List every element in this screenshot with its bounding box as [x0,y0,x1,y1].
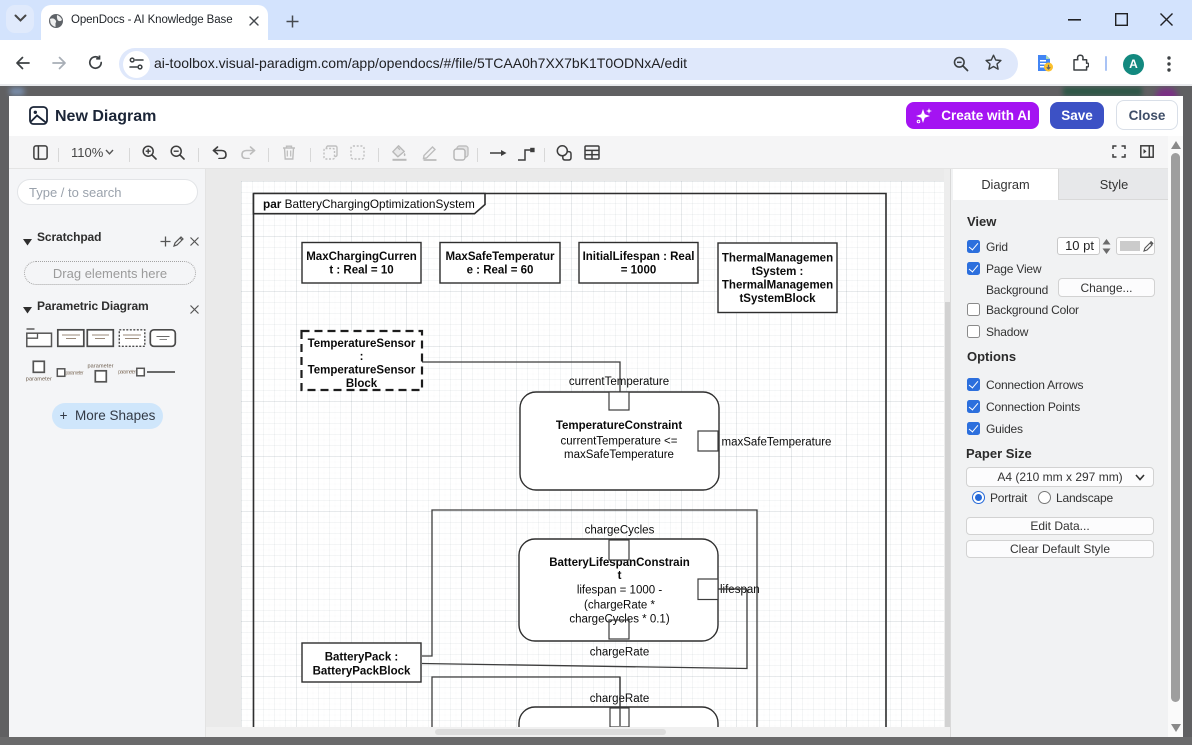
svg-text:chargeCycles: chargeCycles [585,525,655,537]
svg-text:maxSafeTemperature: maxSafeTemperature [564,449,674,461]
svg-text:lifespan = 1000 -: lifespan = 1000 - [577,585,663,597]
svg-text:maxSafeTemperature: maxSafeTemperature [722,437,832,449]
svg-text:InitialLifespan : Real: InitialLifespan : Real [583,251,695,263]
svg-text:BatteryPackBlock: BatteryPackBlock [313,666,411,678]
svg-text:MaxChargingCurren: MaxChargingCurren [306,251,417,263]
svg-text:MaxSafeTemperatur: MaxSafeTemperatur [445,251,555,263]
svg-text:TemperatureConstraint: TemperatureConstraint [556,420,682,432]
svg-text:chargeRate: chargeRate [590,647,649,659]
svg-text:Block: Block [346,378,378,390]
svg-text:ThermalManagemen: ThermalManagemen [722,253,833,265]
svg-text:ThermalManagemen: ThermalManagemen [722,280,833,292]
svg-text:(chargeRate *: (chargeRate * [584,600,655,612]
svg-text:t: t [618,570,622,582]
svg-text:tSystem :: tSystem : [752,266,804,278]
svg-text:parameter: parameter [66,371,84,377]
svg-text:BatteryLifespanConstrain: BatteryLifespanConstrain [549,557,690,569]
svg-text:currentTemperature: currentTemperature [569,376,669,388]
svg-text:lifespan: lifespan [720,584,760,596]
svg-text::: : [360,351,364,363]
svg-text:TemperatureSensor: TemperatureSensor [308,365,416,377]
svg-text:currentTemperature <=: currentTemperature <= [561,436,678,448]
svg-text:TemperatureSensor: TemperatureSensor [308,338,416,350]
svg-text:parameter: parameter [26,377,52,383]
svg-text:e : Real = 60: e : Real = 60 [467,265,534,277]
svg-text:= 1000: = 1000 [621,265,657,277]
svg-text:parameter: parameter [88,364,114,370]
svg-text:tSystemBlock: tSystemBlock [739,293,816,305]
svg-text:parameter: parameter [118,370,136,376]
svg-text:BatteryPack :: BatteryPack : [325,652,399,664]
svg-text:par BatteryChargingOptimizatio: par BatteryChargingOptimizationSystem [263,197,475,211]
svg-text:t : Real = 10: t : Real = 10 [329,265,393,277]
